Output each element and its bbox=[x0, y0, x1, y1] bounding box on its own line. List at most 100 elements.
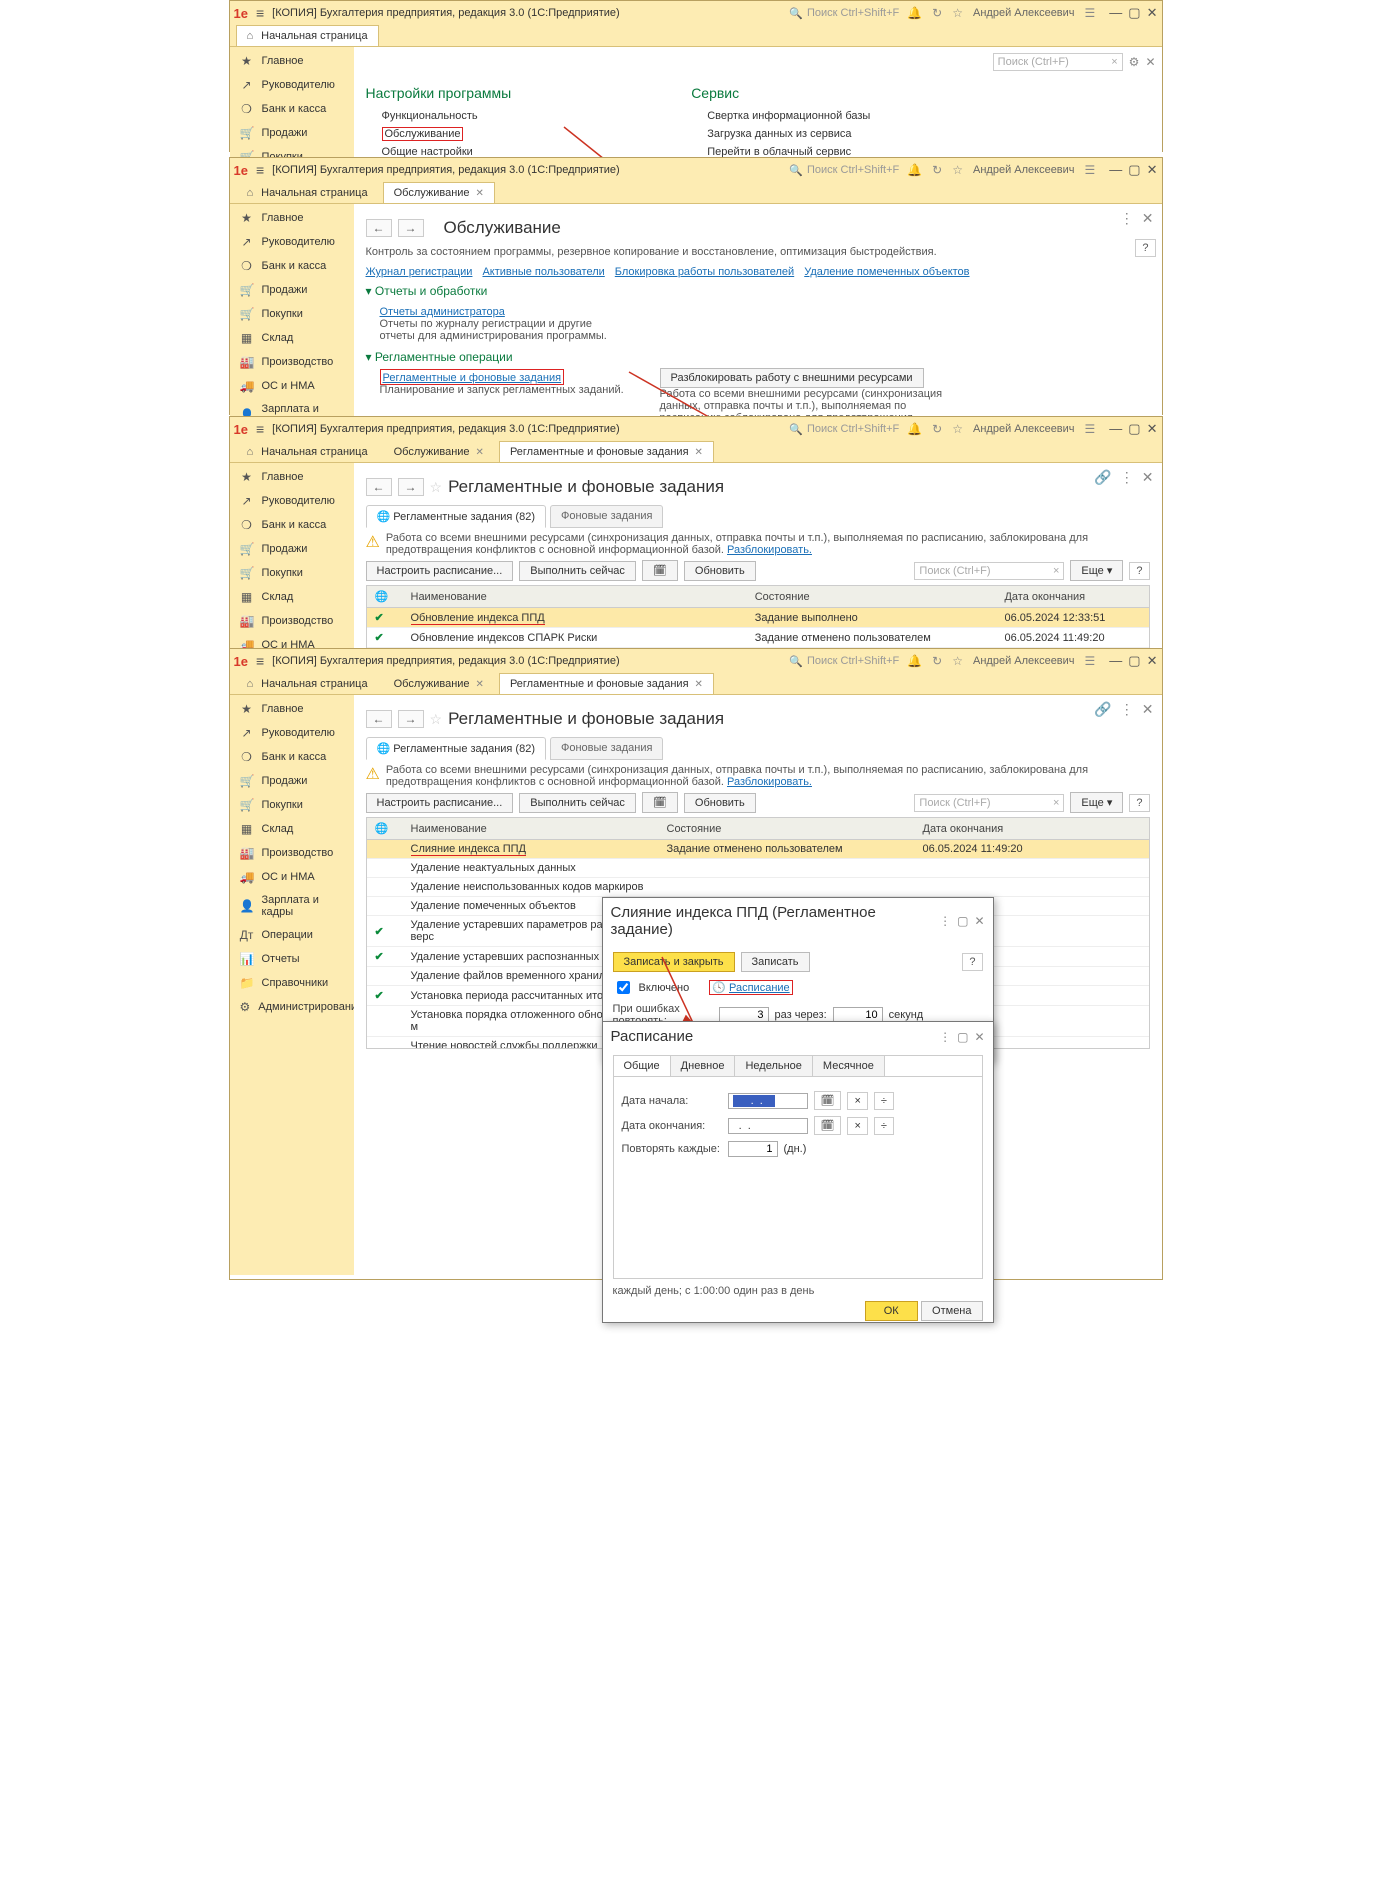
refresh-button[interactable]: Обновить bbox=[684, 793, 756, 813]
ok-button[interactable]: ОК bbox=[865, 1301, 918, 1321]
tab-close-icon[interactable]: ✕ bbox=[476, 679, 484, 690]
link-unlock[interactable]: Разблокировать. bbox=[727, 776, 812, 788]
bell-icon[interactable]: 🔔 bbox=[907, 6, 922, 20]
tab-weekly[interactable]: Недельное bbox=[735, 1056, 812, 1076]
more-icon[interactable]: ⋮ bbox=[1120, 210, 1134, 227]
back-button[interactable]: ← bbox=[366, 478, 392, 496]
search-input[interactable]: Поиск (Ctrl+F)× bbox=[914, 794, 1064, 812]
schedule-icon-button[interactable]: 🗓 bbox=[642, 560, 678, 581]
fwd-button[interactable]: → bbox=[398, 710, 424, 728]
close-icon[interactable]: ✕ bbox=[1142, 210, 1154, 227]
sidebar-item[interactable]: 📊Отчеты bbox=[230, 947, 354, 971]
sidebar-item[interactable]: ★Главное bbox=[230, 465, 354, 489]
enabled-checkbox[interactable] bbox=[617, 981, 630, 994]
tab-close-icon[interactable]: ✕ bbox=[476, 188, 484, 199]
schedule-icon-button[interactable]: 🗓 bbox=[642, 792, 678, 813]
close-icon[interactable]: ✕ bbox=[1145, 55, 1155, 69]
link-functionality[interactable]: Функциональность bbox=[382, 107, 512, 125]
link-icon[interactable]: 🔗 bbox=[1094, 469, 1111, 486]
star-icon[interactable]: ☆ bbox=[952, 6, 963, 20]
bars-icon[interactable]: ☰ bbox=[1085, 6, 1096, 20]
link-delete-marked[interactable]: Удаление помеченных объектов bbox=[804, 266, 969, 278]
star-icon[interactable]: ☆ bbox=[952, 163, 963, 177]
sidebar-item[interactable]: 🏭Производство bbox=[230, 841, 354, 865]
sidebar-item[interactable]: 🛒Продажи bbox=[230, 121, 354, 145]
sidebar-item[interactable]: ↗Руководителю bbox=[230, 73, 354, 97]
user-label[interactable]: Андрей Алексеевич bbox=[973, 164, 1075, 176]
sidebar-item[interactable]: 🛒Продажи bbox=[230, 769, 354, 793]
sidebar-item[interactable]: 🛒Продажи bbox=[230, 537, 354, 561]
link-block[interactable]: Блокировка работы пользователей bbox=[615, 266, 794, 278]
configure-schedule-button[interactable]: Настроить расписание... bbox=[366, 793, 514, 813]
subtab-reg[interactable]: 🌐 Регламентные задания (82) bbox=[366, 505, 546, 528]
tab-close-icon[interactable]: ✕ bbox=[695, 447, 703, 458]
col-date[interactable]: Дата окончания bbox=[915, 818, 1149, 840]
search-input[interactable]: Поиск (Ctrl+F)× bbox=[993, 53, 1123, 71]
close-icon[interactable]: ✕ bbox=[1147, 162, 1158, 178]
configure-schedule-button[interactable]: Настроить расписание... bbox=[366, 561, 514, 581]
user-label[interactable]: Андрей Алексеевич bbox=[973, 423, 1075, 435]
help-button[interactable]: ? bbox=[962, 953, 982, 971]
col-state[interactable]: Состояние bbox=[659, 818, 915, 840]
close-icon[interactable]: ✕ bbox=[1147, 421, 1158, 437]
search-ph[interactable]: Поиск Ctrl+Shift+F bbox=[807, 655, 899, 667]
more-icon[interactable]: ⋮ bbox=[939, 1030, 951, 1044]
max-icon[interactable]: ▢ bbox=[1128, 5, 1140, 21]
tab-maintenance[interactable]: Обслуживание✕ bbox=[383, 673, 495, 694]
more-icon[interactable]: ⋮ bbox=[1120, 469, 1134, 486]
close-icon[interactable]: ✕ bbox=[1147, 5, 1158, 21]
search-ph[interactable]: Поиск Ctrl+Shift+F bbox=[807, 423, 899, 435]
max-icon[interactable]: ▢ bbox=[1128, 162, 1140, 178]
link-reg-jobs[interactable]: Регламентные и фоновые задания bbox=[383, 372, 562, 384]
tab-reg-jobs[interactable]: Регламентные и фоновые задания✕ bbox=[499, 441, 714, 462]
bell-icon[interactable]: 🔔 bbox=[907, 654, 922, 668]
subtab-bg[interactable]: Фоновые задания bbox=[550, 505, 663, 528]
sidebar-item[interactable]: ★Главное bbox=[230, 49, 354, 73]
link-svc2[interactable]: Загрузка данных из сервиса bbox=[707, 125, 870, 143]
back-button[interactable]: ← bbox=[366, 219, 392, 237]
sidebar-item[interactable]: ↗Руководителю bbox=[230, 721, 354, 745]
sidebar-item[interactable]: 🚚ОС и НМА bbox=[230, 865, 354, 889]
user-label[interactable]: Андрей Алексеевич bbox=[973, 7, 1075, 19]
sidebar-item[interactable]: 🛒Покупки bbox=[230, 793, 354, 817]
sidebar-item[interactable]: ДтОперации bbox=[230, 923, 354, 947]
sidebar-item[interactable]: ❍Банк и касса bbox=[230, 97, 354, 121]
run-now-button[interactable]: Выполнить сейчас bbox=[519, 561, 636, 581]
history-icon[interactable]: ↻ bbox=[932, 654, 942, 668]
tab-daily[interactable]: Дневное bbox=[671, 1056, 736, 1076]
menu-icon[interactable]: ≡ bbox=[256, 5, 264, 21]
min-icon[interactable]: — bbox=[1109, 653, 1122, 669]
sidebar-item[interactable]: ❍Банк и касса bbox=[230, 745, 354, 769]
cancel-button[interactable]: Отмена bbox=[921, 1301, 982, 1321]
help-button[interactable]: ? bbox=[1129, 794, 1149, 812]
sidebar-item[interactable]: ▦Склад bbox=[230, 585, 354, 609]
clear-icon[interactable]: × bbox=[847, 1117, 867, 1135]
link-admin-reports[interactable]: Отчеты администратора bbox=[380, 306, 505, 318]
sidebar-item[interactable]: 🛒Покупки bbox=[230, 302, 354, 326]
history-icon[interactable]: ↻ bbox=[932, 422, 942, 436]
bars-icon[interactable]: ☰ bbox=[1085, 654, 1096, 668]
tab-monthly[interactable]: Месячное bbox=[813, 1056, 885, 1076]
tab-home[interactable]: Начальная страница bbox=[236, 673, 379, 694]
schedule-link[interactable]: Расписание bbox=[729, 982, 790, 994]
help-button[interactable]: ? bbox=[1135, 239, 1155, 257]
tab-home[interactable]: Начальная страница bbox=[236, 441, 379, 462]
table-row[interactable]: Слияние индекса ППДЗадание отменено поль… bbox=[367, 840, 1149, 859]
min-icon[interactable]: — bbox=[1109, 421, 1122, 437]
sidebar-item[interactable]: ❍Банк и касса bbox=[230, 513, 354, 537]
star-icon[interactable]: ☆ bbox=[430, 479, 443, 496]
link-maintenance[interactable]: Обслуживание bbox=[382, 127, 464, 141]
clear-icon[interactable]: × bbox=[847, 1092, 867, 1110]
menu-icon[interactable]: ≡ bbox=[256, 653, 264, 669]
more-icon[interactable]: ⋮ bbox=[939, 914, 951, 928]
tab-close-icon[interactable]: ✕ bbox=[695, 679, 703, 690]
more-button[interactable]: Еще ▾ bbox=[1070, 792, 1123, 813]
link-active-users[interactable]: Активные пользователи bbox=[482, 266, 604, 278]
col-date[interactable]: Дата окончания bbox=[996, 586, 1148, 608]
tab-maintenance[interactable]: Обслуживание✕ bbox=[383, 441, 495, 462]
sidebar-item[interactable]: ★Главное bbox=[230, 206, 354, 230]
save-button[interactable]: Записать bbox=[741, 952, 810, 972]
tab-home[interactable]: Начальная страница bbox=[236, 182, 379, 203]
col-state[interactable]: Состояние bbox=[747, 586, 997, 608]
tab-reg-jobs[interactable]: Регламентные и фоновые задания✕ bbox=[499, 673, 714, 694]
